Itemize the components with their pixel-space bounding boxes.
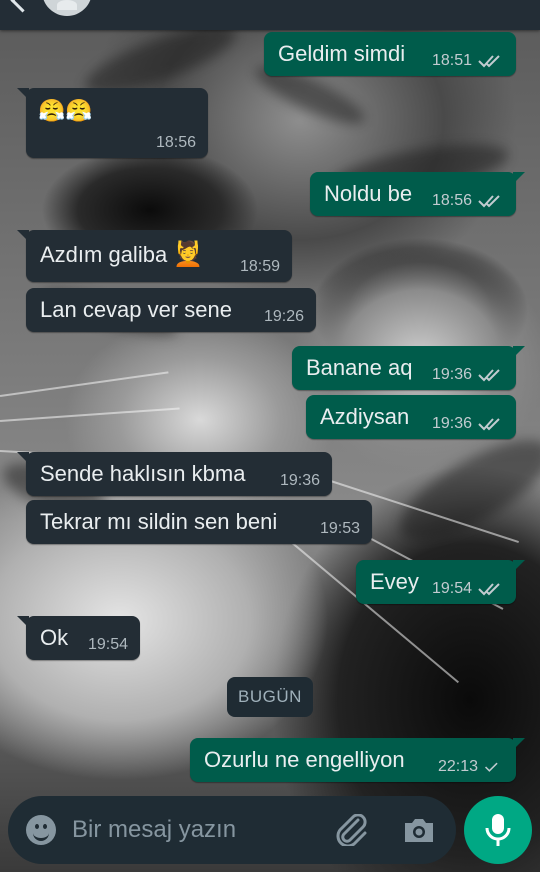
message-time: 18:59 bbox=[239, 258, 280, 275]
double-check-icon bbox=[478, 418, 500, 431]
message-time: 19:26 bbox=[263, 308, 304, 325]
message-text: Geldim simdi bbox=[278, 41, 406, 66]
message-time: 19:36 bbox=[431, 415, 472, 432]
message-text: Ozurlu ne engelliyon bbox=[204, 747, 405, 772]
message-time: 19:36 bbox=[279, 472, 320, 489]
message-text: Tekrar mı sildin sen beni bbox=[40, 509, 278, 534]
message-time: 19:54 bbox=[431, 580, 472, 597]
paperclip-icon[interactable] bbox=[334, 814, 370, 846]
message-text: Azdiysan bbox=[320, 404, 410, 429]
back-arrow-icon[interactable] bbox=[10, 0, 35, 13]
double-check-icon bbox=[478, 583, 500, 596]
message-incoming[interactable]: Tekrar mı sildin sen beni 19:53 bbox=[26, 500, 372, 544]
voice-message-button[interactable] bbox=[464, 796, 532, 864]
message-composer: Bir mesaj yazın bbox=[8, 796, 456, 864]
message-text: Noldu be bbox=[324, 181, 413, 206]
message-incoming[interactable]: Sende haklısın kbma 19:36 bbox=[17, 452, 332, 496]
message-time: 19:36 bbox=[431, 366, 472, 383]
message-time: 18:51 bbox=[431, 52, 472, 69]
message-time: 18:56 bbox=[155, 134, 196, 151]
double-check-icon bbox=[478, 369, 500, 382]
message-incoming[interactable]: Lan cevap ver sene 19:26 bbox=[26, 288, 316, 332]
message-time: 22:13 bbox=[437, 758, 478, 775]
double-check-icon bbox=[478, 55, 500, 68]
message-input[interactable]: Bir mesaj yazın bbox=[72, 816, 236, 844]
message-outgoing[interactable]: Geldim simdi 18:51 bbox=[264, 32, 516, 76]
message-text: Sende haklısın kbma bbox=[40, 461, 246, 486]
message-time: 19:53 bbox=[319, 520, 360, 537]
message-outgoing[interactable]: Ozurlu ne engelliyon 22:13 bbox=[190, 738, 525, 782]
message-outgoing[interactable]: Azdiysan 19:36 bbox=[306, 395, 516, 439]
single-check-icon bbox=[484, 762, 498, 772]
message-text: Lan cevap ver sene bbox=[40, 297, 233, 322]
message-text: Banane aq bbox=[306, 355, 413, 380]
double-check-icon bbox=[478, 195, 500, 208]
contact-avatar[interactable] bbox=[42, 0, 92, 16]
microphone-icon bbox=[485, 814, 511, 846]
emoji-icon[interactable] bbox=[26, 815, 56, 845]
message-incoming[interactable]: 😤😤 18:56 bbox=[17, 88, 208, 158]
camera-icon[interactable] bbox=[402, 814, 436, 846]
message-time: 19:54 bbox=[87, 636, 128, 653]
day-separator: BUGÜN bbox=[227, 677, 313, 717]
message-incoming[interactable]: Ok 19:54 bbox=[17, 616, 140, 660]
message-emoji: 😤😤 bbox=[38, 98, 93, 123]
message-text: Evey bbox=[370, 569, 419, 594]
message-time: 18:56 bbox=[431, 192, 472, 209]
message-outgoing[interactable]: Evey 19:54 bbox=[356, 560, 525, 604]
message-text: Azdım galiba bbox=[40, 242, 168, 267]
message-incoming[interactable]: Azdım galiba 💆 18:59 bbox=[17, 230, 292, 282]
message-text: Ok bbox=[40, 625, 69, 650]
message-outgoing[interactable]: Banane aq 19:36 bbox=[292, 346, 525, 390]
message-outgoing[interactable]: Noldu be 18:56 bbox=[310, 172, 525, 216]
message-emoji: 💆 bbox=[173, 241, 204, 268]
chat-header bbox=[0, 0, 540, 30]
